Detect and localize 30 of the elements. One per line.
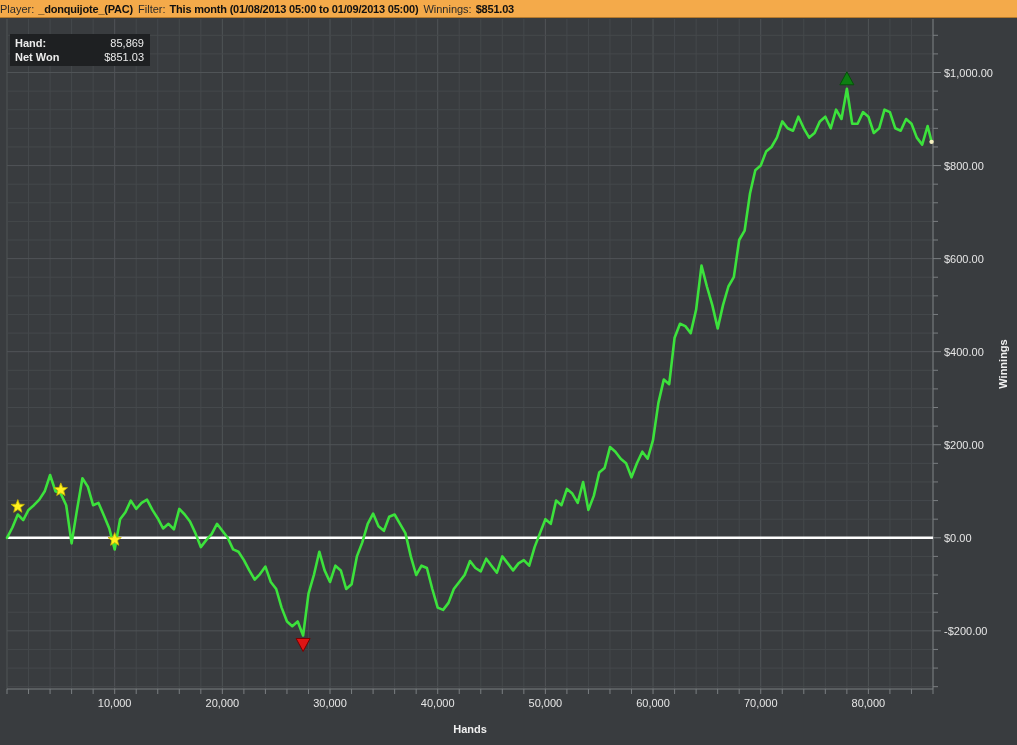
y-tick-label: $800.00 xyxy=(944,159,984,172)
x-tick-label: 10,000 xyxy=(97,697,132,709)
y-tick-label: $600.00 xyxy=(944,252,984,265)
summary-value: This month (01/08/2013 05:00 to 01/09/2013 05:00) xyxy=(169,2,419,15)
y-tick-label: $400.00 xyxy=(944,345,984,358)
x-tick-label: 70,000 xyxy=(743,697,778,709)
summary-label: Filter: xyxy=(138,2,166,15)
y-tick-label: $200.00 xyxy=(944,438,984,451)
up-triangle-icon xyxy=(839,71,855,86)
readout-label: Net Won xyxy=(15,51,61,63)
x-tick-label: 80,000 xyxy=(851,697,886,709)
summary-label: Player: xyxy=(0,2,35,15)
endpoint-dot-icon xyxy=(929,139,934,145)
x-tick-label: 30,000 xyxy=(313,697,347,709)
readout-label: Hand: xyxy=(15,37,48,49)
readout-value: 85,869 xyxy=(109,37,144,49)
y-tick-label: $0.00 xyxy=(944,531,972,544)
down-triangle-icon xyxy=(295,638,311,652)
y-axis-title: Winnings xyxy=(997,339,1009,389)
summary-value: $851.03 xyxy=(475,2,515,15)
summary-value: _donquijote_(PAC) xyxy=(38,2,134,15)
x-tick-label: 40,000 xyxy=(420,697,455,709)
summary-label: Winnings: xyxy=(423,2,472,15)
y-tick-label: $1,000.00 xyxy=(944,66,993,79)
x-axis-title: Hands xyxy=(453,723,487,735)
x-tick-label: 50,000 xyxy=(528,697,563,709)
y-tick-label: -$200.00 xyxy=(944,624,988,637)
readout-value: $851.03 xyxy=(104,51,144,63)
x-tick-label: 20,000 xyxy=(205,697,240,709)
x-tick-label: 60,000 xyxy=(636,697,670,709)
